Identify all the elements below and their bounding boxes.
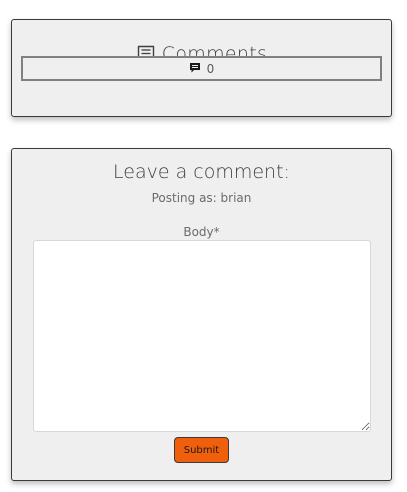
body-textarea[interactable] <box>33 240 371 432</box>
comment-count-value: 0 <box>206 61 215 76</box>
comment-count: 0 <box>21 56 382 81</box>
posting-as-text: Posting as: brian <box>151 191 252 205</box>
comment-form-card: Leave a comment: Posting as: brian Body*… <box>11 148 392 481</box>
comment-filled-icon <box>189 59 201 78</box>
submit-button[interactable]: Submit <box>174 437 229 463</box>
body-label: Body* <box>183 225 220 239</box>
comment-form-title: Leave a comment: <box>113 161 290 183</box>
comments-card: Comments 0 <box>11 19 392 117</box>
